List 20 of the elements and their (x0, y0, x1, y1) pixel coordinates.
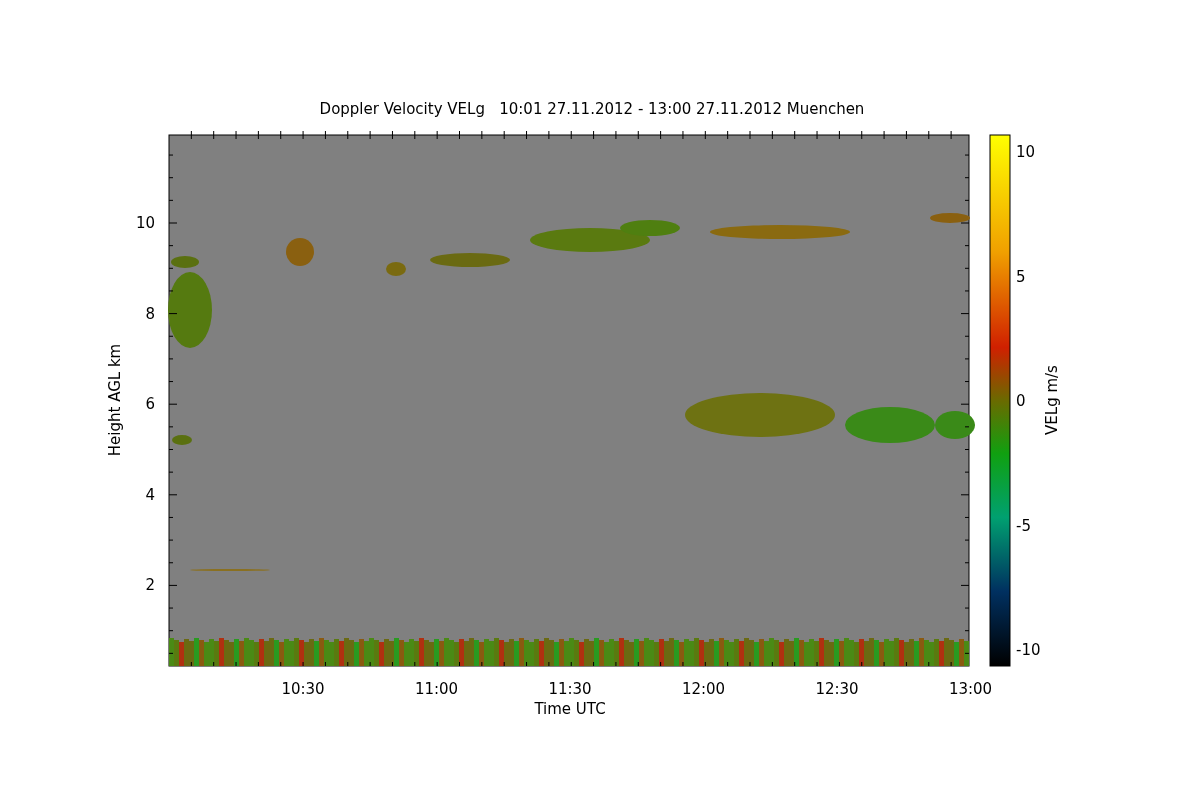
chart-title: Doppler Velocity VELg 10:01 27.11.2012 - 13:00 27.11.2012 Muenchen (319, 100, 865, 118)
x-tick-label: 12:30 (815, 680, 859, 698)
y-tick-label: 4 (145, 485, 155, 504)
y-tick-label: 6 (145, 395, 155, 414)
x-tick-label: 11:30 (548, 680, 592, 698)
x-tick-label: 12:00 (681, 680, 726, 698)
y-tick-label: 10 (135, 214, 155, 232)
x-axis-label: Time UTC (534, 700, 606, 718)
colorbar-tick-label: 5 (1016, 267, 1026, 286)
colorbar-tick-label: 0 (1016, 392, 1026, 410)
x-tick-label: 10:30 (281, 680, 325, 698)
y-tick-label: 2 (145, 576, 155, 595)
x-tick-label: 13:00 (948, 680, 993, 698)
colorbar-tick-label: -10 (1016, 641, 1041, 659)
colorbar-tick-label: -5 (1016, 516, 1031, 535)
colorbar-tick-label: 10 (1016, 143, 1036, 161)
y-tick-label: 8 (145, 304, 155, 323)
colorbar-label: VELg m/s (1043, 365, 1061, 435)
x-tick-label: 11:00 (414, 680, 459, 698)
y-axis-label: Height AGL km (106, 343, 124, 457)
